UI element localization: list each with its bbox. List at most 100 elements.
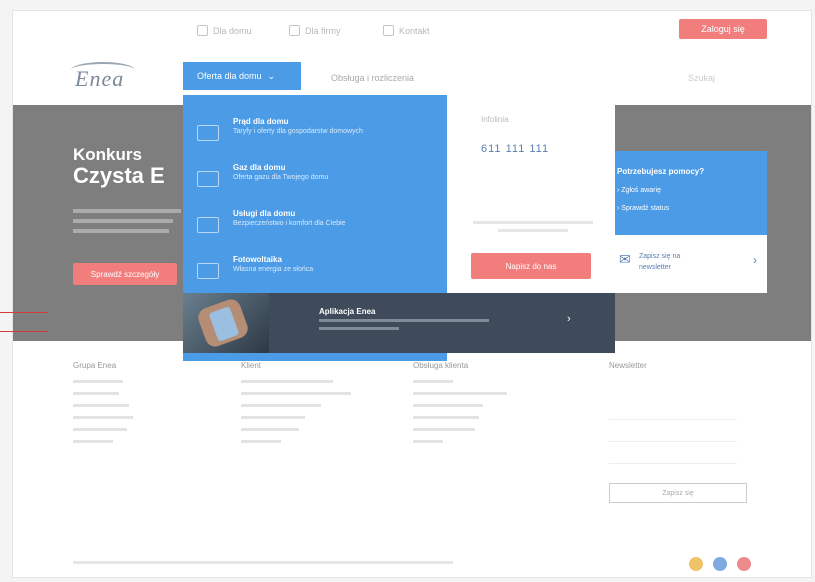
home-icon xyxy=(197,25,208,36)
envelope-icon: ✉ xyxy=(619,251,631,267)
hero-desc-line xyxy=(73,229,169,233)
footer-link[interactable] xyxy=(241,416,305,419)
footer-link[interactable] xyxy=(413,440,443,443)
footer-link[interactable] xyxy=(413,428,475,431)
newsletter-phone-input[interactable] xyxy=(609,449,737,464)
footer-link[interactable] xyxy=(73,440,113,443)
hero-title-line2: Czysta E xyxy=(73,163,165,188)
banner-description xyxy=(319,319,519,330)
footer-column-service: Obsługa klienta xyxy=(413,361,507,443)
footer-link[interactable] xyxy=(241,404,321,407)
dropdown-item-title: Fotowoltaika xyxy=(233,255,282,264)
legal-links xyxy=(73,561,453,564)
page: Dla domu Dla firmy Kontakt Zaloguj się E… xyxy=(12,10,812,578)
legal-links-line[interactable] xyxy=(73,561,453,564)
dropdown-item-subtitle: Bezpieczeństwo i komfort dla Ciebie xyxy=(233,220,346,227)
search-link[interactable]: Szukaj xyxy=(688,73,715,83)
building-icon xyxy=(289,25,300,36)
newsletter-box[interactable]: ✉ Zapisz się na newsletter › xyxy=(615,235,767,293)
footer-link[interactable] xyxy=(241,440,281,443)
banner-title: Aplikacja Enea xyxy=(319,307,376,316)
newsletter-email-input[interactable] xyxy=(609,427,737,442)
hero-desc-line xyxy=(73,209,181,213)
main-nav: Enea Oferta dla domu ⌄ Obsługa i rozlicz… xyxy=(13,57,811,97)
dropdown-item-subtitle: Oferta gazu dla Twojego domu xyxy=(233,174,329,181)
chevron-right-icon: › xyxy=(567,313,571,325)
banner-desc-line xyxy=(319,319,489,322)
linkedin-icon[interactable] xyxy=(713,557,727,571)
util-item-contact[interactable]: Kontakt xyxy=(383,25,430,36)
solar-panel-icon xyxy=(197,263,219,279)
plug-icon xyxy=(197,125,219,141)
footer-link[interactable] xyxy=(73,404,129,407)
footer-link[interactable] xyxy=(241,428,299,431)
footer-link[interactable] xyxy=(73,392,119,395)
red-guide-line xyxy=(0,312,48,313)
footer-heading: Klient xyxy=(241,361,262,370)
tab-service[interactable]: Obsługa i rozliczenia xyxy=(331,73,414,83)
bottom-bar xyxy=(13,555,811,577)
newsletter-box-text: Zapisz się na newsletter xyxy=(639,251,680,273)
phone-photo xyxy=(183,293,269,353)
newsletter-line2: newsletter xyxy=(639,264,671,271)
red-guide-line xyxy=(0,331,48,332)
util-item-label: Dla domu xyxy=(213,25,252,36)
write-to-us-button[interactable]: Napisz do nas xyxy=(471,253,591,279)
dropdown-item-gas[interactable]: Gaz dla domu Oferta gazu dla Twojego dom… xyxy=(197,163,437,203)
contact-note-line xyxy=(498,229,568,232)
footer-link[interactable] xyxy=(413,380,453,383)
footer-link[interactable] xyxy=(241,380,333,383)
contact-phone-number[interactable]: 611 111 111 xyxy=(481,143,549,155)
youtube-icon[interactable] xyxy=(737,557,751,571)
footer-heading: Obsługa klienta xyxy=(413,361,469,370)
util-item-business[interactable]: Dla firmy xyxy=(289,25,341,36)
help-link-label: Sprawdź status xyxy=(621,205,670,212)
dropdown-item-solar[interactable]: Fotowoltaika Własna energia ze słońca xyxy=(197,255,437,295)
footer-column-client: Klient xyxy=(241,361,351,443)
dropdown-item-subtitle: Własna energia ze słońca xyxy=(233,266,314,273)
footer-newsletter: Newsletter Zapisz się xyxy=(609,361,759,521)
facebook-icon[interactable] xyxy=(689,557,703,571)
dropdown-item-electricity[interactable]: Prąd dla domu Taryfy i oferty dla gospod… xyxy=(197,117,437,157)
util-item-label: Dla firmy xyxy=(305,25,341,36)
login-button[interactable]: Zaloguj się xyxy=(679,19,767,39)
footer-link[interactable] xyxy=(241,392,351,395)
footer: Grupa Enea Klient Obsługa klienta Newsle… xyxy=(13,361,811,531)
hero-cta-button[interactable]: Sprawdź szczegóły xyxy=(73,263,177,285)
dropdown-item-services[interactable]: Usługi dla domu Bezpieczeństwo i komfort… xyxy=(197,209,437,249)
flame-icon xyxy=(197,171,219,187)
help-question: Potrzebujesz pomocy? xyxy=(617,167,705,176)
footer-link[interactable] xyxy=(413,416,479,419)
footer-link[interactable] xyxy=(73,428,127,431)
tab-label: Oferta dla domu xyxy=(197,71,262,81)
newsletter-submit-button[interactable]: Zapisz się xyxy=(609,483,747,503)
footer-column-group: Grupa Enea xyxy=(73,361,133,443)
chevron-down-icon: ⌄ xyxy=(267,70,276,81)
help-link[interactable]: › Sprawdź status xyxy=(617,205,669,212)
house-icon xyxy=(197,217,219,233)
utility-bar: Dla domu Dla firmy Kontakt Zaloguj się xyxy=(13,11,811,47)
hero-title-line1: Konkurs xyxy=(73,145,142,164)
hero-description xyxy=(73,209,183,233)
contact-panel-title: Infolinia xyxy=(481,115,509,124)
util-item-label: Kontakt xyxy=(399,25,430,36)
dropdown-item-subtitle: Taryfy i oferty dla gospodarstw domowych xyxy=(233,128,363,135)
footer-link[interactable] xyxy=(73,416,133,419)
app-promo-banner[interactable]: Aplikacja Enea › xyxy=(183,293,615,353)
hero-desc-line xyxy=(73,219,173,223)
tab-offer-home[interactable]: Oferta dla domu ⌄ xyxy=(183,62,301,90)
newsletter-name-input[interactable] xyxy=(609,405,737,420)
enea-logo[interactable]: Enea xyxy=(65,62,157,92)
dropdown-item-title: Gaz dla domu xyxy=(233,163,286,172)
help-box: Potrzebujesz pomocy? › Zgłoś awarię › Sp… xyxy=(615,151,767,235)
util-item-home[interactable]: Dla domu xyxy=(197,25,252,36)
footer-link[interactable] xyxy=(73,380,123,383)
dropdown-item-title: Usługi dla domu xyxy=(233,209,296,218)
footer-link[interactable] xyxy=(413,392,507,395)
footer-heading: Grupa Enea xyxy=(73,361,117,370)
contact-note xyxy=(469,221,597,232)
dropdown-item-title: Prąd dla domu xyxy=(233,117,289,126)
footer-heading: Newsletter xyxy=(609,361,647,370)
help-link[interactable]: › Zgłoś awarię xyxy=(617,187,661,194)
footer-link[interactable] xyxy=(413,404,483,407)
